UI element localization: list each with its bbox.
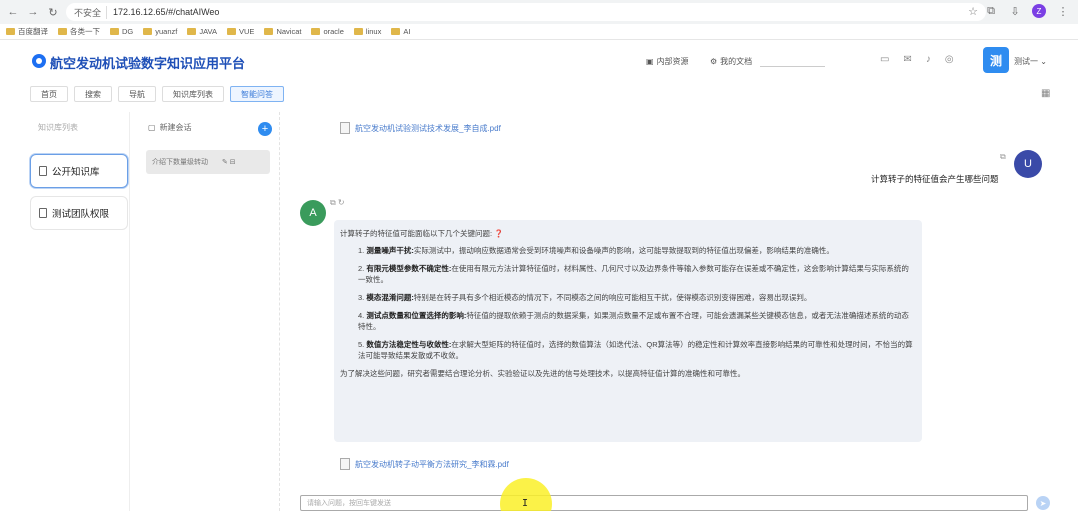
new-conversation-header[interactable]: ▢ 新建会话 xyxy=(148,122,192,133)
bookmark-item[interactable]: linux xyxy=(353,27,381,36)
info-icon: ❓ xyxy=(494,229,504,238)
chat-icon: ▢ xyxy=(148,123,156,132)
answer-outro: 为了解决这些问题，研究者需要结合理论分析、实验验证以及先进的信号处理技术，以提高… xyxy=(340,369,745,378)
edit-icon[interactable]: ✎ ⊟ xyxy=(222,158,236,166)
bookmark-star-icon[interactable]: ☆ xyxy=(968,5,978,18)
user-question: 计算转子的特征值会产生哪些问题 xyxy=(871,174,999,184)
bookmark-item[interactable]: oracle xyxy=(311,27,344,36)
platform-logo-icon xyxy=(32,54,46,68)
back-icon[interactable]: ← xyxy=(6,5,20,19)
send-button[interactable]: ➤ xyxy=(1036,496,1050,510)
message-icon[interactable]: ✉ xyxy=(903,54,911,65)
kb-item-test-team[interactable]: 测试团队权限 xyxy=(30,196,128,230)
nav-tabs: 首页 搜索 导航 知识库列表 智能问答 xyxy=(30,86,284,102)
answer-list: 1. 测量噪声干扰:实际测试中，振动响应数据通常会受到环境噪声和设备噪声的影响，… xyxy=(340,245,916,361)
knowledge-base-panel: 知识库列表 公开知识库 测试团队权限 xyxy=(30,112,130,511)
file-icon xyxy=(340,458,350,470)
tab-knowledge-list[interactable]: 知识库列表 xyxy=(162,86,224,102)
answer-item: 3. 模态混淆问题:特别是在转子具有多个相近模态的情况下，不同模态之间的响应可能… xyxy=(358,293,812,302)
my-docs-link[interactable]: ⚙ 我的文档 xyxy=(710,56,752,67)
answer-item: 2. 有限元模型参数不确定性:在使用有限元方法计算特征值时，材料属性、几何尺寸以… xyxy=(358,264,909,284)
header-icons: ▭ ✉ ♪ ◎ xyxy=(880,54,954,65)
bookmark-item[interactable]: JAVA xyxy=(187,27,217,36)
source-file-link[interactable]: 航空发动机转子动平衡方法研究_李和霖.pdf xyxy=(340,458,509,470)
download-icon[interactable]: ⇩ xyxy=(1008,4,1022,18)
text-cursor-icon: I xyxy=(522,498,529,509)
folder-icon xyxy=(227,28,237,35)
add-conversation-button[interactable]: + xyxy=(258,122,272,136)
folder-icon xyxy=(143,28,153,35)
question-input[interactable]: 请输入问题，按回车键发送 xyxy=(300,495,1028,511)
copy-icon[interactable]: ⧉ xyxy=(1000,152,1006,162)
folder-icon xyxy=(58,28,67,35)
reload-icon[interactable]: ↻ xyxy=(46,5,60,19)
kb-item-public[interactable]: 公开知识库 xyxy=(30,154,128,188)
internal-docs-link[interactable]: ▣ 内部资源 xyxy=(646,56,689,67)
folder-icon xyxy=(311,28,321,35)
folder-icon xyxy=(391,28,401,35)
bookmark-item[interactable]: VUE xyxy=(227,27,254,36)
app-title: 航空发动机试验数字知识应用平台 xyxy=(50,56,246,71)
user-avatar-bubble: U xyxy=(1014,150,1042,178)
extensions-icon[interactable]: ⧉ xyxy=(984,4,998,18)
folder-icon xyxy=(187,28,197,35)
document-icon xyxy=(39,208,47,218)
answer-item: 4. 测试点数量和位置选择的影响:特征值的提取依赖于测点的数据采集，如果测点数量… xyxy=(358,311,909,331)
conversation-item[interactable]: 介绍下数量级转动 ✎ ⊟ xyxy=(146,150,270,174)
apps-grid-icon[interactable]: ▦ xyxy=(1041,88,1050,99)
address-bar[interactable]: 不安全 172.16.12.65/#/chatAIWeo ☆ xyxy=(66,3,986,21)
bell-icon[interactable]: ♪ xyxy=(926,54,931,65)
conversation-panel: ▢ 新建会话 + 介绍下数量级转动 ✎ ⊟ xyxy=(140,112,280,511)
bookmark-item[interactable]: 百度翻译 xyxy=(6,26,48,37)
settings-icon: ⚙ xyxy=(710,57,718,66)
browser-actions: ⧉ ⇩ Z ⋮ xyxy=(984,4,1070,18)
folder-icon xyxy=(264,28,274,35)
bookmark-item[interactable]: DG xyxy=(110,27,133,36)
url-text[interactable]: 172.16.12.65/#/chatAIWeo xyxy=(113,7,219,17)
user-avatar[interactable]: 测 xyxy=(983,47,1009,73)
tab-home[interactable]: 首页 xyxy=(30,86,68,102)
help-icon[interactable]: ◎ xyxy=(945,54,954,65)
file-icon xyxy=(340,122,350,134)
folder-icon xyxy=(6,28,15,35)
forward-icon[interactable]: → xyxy=(26,5,40,19)
chat-area: 航空发动机试验测试技术发展_李自成.pdf U ⧉ 计算转子的特征值会产生哪些问… xyxy=(296,112,1056,511)
user-name-dropdown[interactable]: 测试一 ⌄ xyxy=(1014,56,1047,67)
search-underline xyxy=(760,66,825,67)
folder-icon xyxy=(353,28,363,35)
knowledge-base-header: 知识库列表 xyxy=(38,123,78,132)
menu-icon[interactable]: ⋮ xyxy=(1056,4,1070,18)
answer-intro: 计算转子的特征值可能面临以下几个关键问题: ❓ xyxy=(340,229,504,238)
bookmark-item[interactable]: 各类一下 xyxy=(58,26,100,37)
answer-item: 5. 数值方法稳定性与收敛性:在求解大型矩阵的特征值时，选择的数值算法（如迭代法… xyxy=(358,340,913,360)
copy-icon[interactable]: ⧉ ↻ xyxy=(330,198,345,208)
document-icon xyxy=(39,166,47,176)
tab-search[interactable]: 搜索 xyxy=(74,86,112,102)
bookmark-item[interactable]: AI xyxy=(391,27,410,36)
answer-item: 1. 测量噪声干扰:实际测试中，振动响应数据通常会受到环境噪声和设备噪声的影响，… xyxy=(358,246,834,255)
bookmark-item[interactable]: Navicat xyxy=(264,27,301,36)
insecure-label[interactable]: 不安全 xyxy=(74,5,108,19)
bookmark-item[interactable]: yuanzf xyxy=(143,27,177,36)
app-header: 航空发动机试验数字知识应用平台 ▣ 内部资源 ⚙ 我的文档 ▭ ✉ ♪ ◎ 测 测试… xyxy=(0,40,1078,82)
source-file-link[interactable]: 航空发动机试验测试技术发展_李自成.pdf xyxy=(340,122,501,134)
assistant-answer: 计算转子的特征值可能面临以下几个关键问题: ❓ 1. 测量噪声干扰:实际测试中，… xyxy=(334,220,922,442)
window-icon[interactable]: ▭ xyxy=(880,54,889,65)
profile-avatar[interactable]: Z xyxy=(1032,4,1046,18)
tab-smart-qa[interactable]: 智能问答 xyxy=(230,86,284,102)
docs-icon: ▣ xyxy=(646,57,654,66)
bookmarks-bar: 百度翻译 各类一下 DG yuanzf JAVA VUE Navicat ora… xyxy=(0,24,1078,40)
folder-icon xyxy=(110,28,119,35)
tab-navigation[interactable]: 导航 xyxy=(118,86,156,102)
assistant-avatar: A xyxy=(300,200,326,226)
